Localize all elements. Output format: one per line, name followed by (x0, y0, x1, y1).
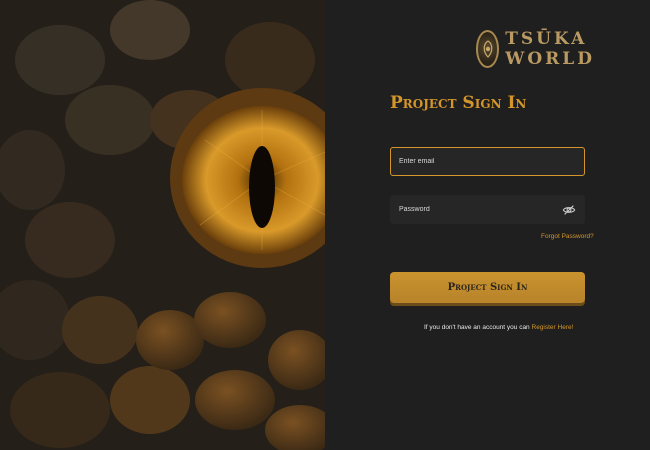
brand-wordmark: Tsūka World (505, 29, 595, 69)
register-prompt: If you don't have an account you can Reg… (424, 324, 573, 331)
sign-in-panel: Tsūka World Project Sign In Forgot Passw… (325, 0, 650, 450)
dragon-eye-illustration (0, 0, 325, 450)
page-title: Project Sign In (390, 93, 527, 113)
register-link[interactable]: Register Here! (532, 324, 574, 331)
email-input[interactable] (399, 158, 576, 165)
password-field[interactable] (390, 195, 585, 224)
hero-artwork (0, 0, 325, 450)
sign-in-button[interactable]: Project Sign In (390, 272, 585, 303)
email-field[interactable] (390, 147, 585, 176)
password-input[interactable] (399, 206, 562, 213)
brand-logo[interactable]: Tsūka World (476, 29, 650, 69)
forgot-password-link[interactable]: Forgot Password? (541, 233, 594, 240)
register-prompt-text: If you don't have an account you can (424, 324, 530, 331)
dragon-emblem-icon (476, 30, 500, 68)
eye-off-icon[interactable] (562, 203, 576, 217)
